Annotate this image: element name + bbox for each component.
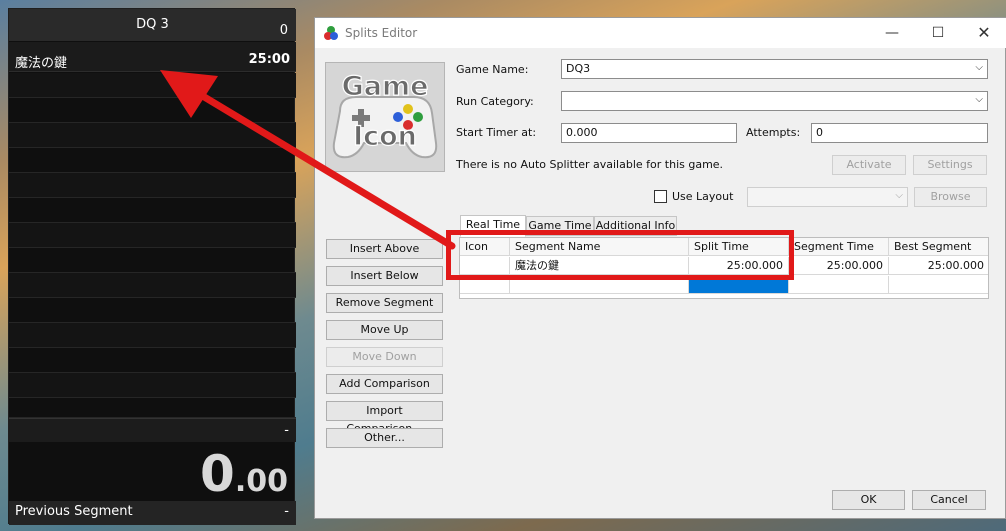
run-category-label: Run Category: bbox=[456, 95, 534, 108]
window-titlebar[interactable]: Splits Editor — ☐ ✕ bbox=[315, 18, 1006, 48]
attempts-label: Attempts: bbox=[746, 126, 801, 139]
timer-last-split-row: - bbox=[9, 418, 296, 442]
game-icon-text-line2: Icon bbox=[353, 121, 417, 152]
other-button[interactable]: Other... bbox=[326, 428, 443, 448]
timer-empty-row bbox=[9, 348, 296, 373]
game-name-combobox[interactable]: DQ3 ⌵ bbox=[561, 59, 988, 79]
timer-empty-row bbox=[9, 98, 296, 123]
chevron-down-icon: ⌵ bbox=[895, 190, 903, 201]
livesplit-app-icon bbox=[324, 26, 338, 40]
annotation-highlight-box bbox=[446, 230, 794, 280]
previous-segment-label: Previous Segment bbox=[15, 504, 133, 519]
gamepad-icon: Game Icon bbox=[326, 63, 444, 171]
cell-best-segment[interactable]: 25:00.000 bbox=[889, 257, 988, 275]
import-comparison-button[interactable]: Import Comparison... bbox=[326, 401, 443, 435]
minimize-icon: — bbox=[885, 25, 899, 41]
timer-empty-row bbox=[9, 223, 296, 248]
auto-splitter-status: There is no Auto Splitter available for … bbox=[456, 158, 724, 171]
timer-empty-row bbox=[9, 173, 296, 198]
cell-new-row-segment-time[interactable] bbox=[789, 276, 889, 294]
timer-empty-row bbox=[9, 393, 296, 418]
game-icon-text-line1: Game bbox=[342, 71, 429, 102]
timer-segment-time: 25:00 bbox=[248, 52, 290, 67]
attempts-value: 0 bbox=[816, 126, 823, 139]
column-header-best-segment[interactable]: Best Segment bbox=[889, 238, 988, 256]
move-down-button[interactable]: Move Down bbox=[326, 347, 443, 367]
timer-previous-segment: Previous Segment - bbox=[9, 501, 296, 525]
livesplit-timer: DQ 3 0 魔法の鍵 25:00 - 0.00 Previous Segmen… bbox=[8, 8, 296, 525]
timer-last-split-value: - bbox=[284, 423, 289, 438]
insert-above-button[interactable]: Insert Above bbox=[326, 239, 443, 259]
timer-empty-row bbox=[9, 298, 296, 323]
minimize-button[interactable]: — bbox=[869, 18, 915, 48]
timer-game-name: DQ 3 bbox=[136, 17, 169, 32]
move-up-button[interactable]: Move Up bbox=[326, 320, 443, 340]
game-icon-picker[interactable]: Game Icon bbox=[325, 62, 445, 172]
start-timer-value: 0.000 bbox=[566, 126, 598, 139]
window-title: Splits Editor bbox=[345, 26, 418, 40]
attempts-input[interactable]: 0 bbox=[811, 123, 988, 143]
activate-button[interactable]: Activate bbox=[832, 155, 906, 175]
chevron-down-icon: ⌵ bbox=[975, 62, 983, 73]
use-layout-label: Use Layout bbox=[672, 190, 734, 203]
timer-main-fraction: .00 bbox=[234, 464, 288, 499]
run-category-combobox[interactable]: ⌵ bbox=[561, 91, 988, 111]
use-layout-checkbox[interactable] bbox=[654, 190, 667, 203]
timer-empty-row bbox=[9, 73, 296, 98]
settings-button[interactable]: Settings bbox=[913, 155, 987, 175]
ok-button[interactable]: OK bbox=[832, 490, 905, 510]
game-name-label: Game Name: bbox=[456, 63, 529, 76]
layout-combobox[interactable]: ⌵ bbox=[747, 187, 908, 207]
timer-main-seconds: 0 bbox=[200, 445, 235, 503]
chevron-down-icon: ⌵ bbox=[975, 94, 983, 105]
timer-main-display: 0.00 bbox=[200, 445, 288, 503]
browse-button[interactable]: Browse bbox=[914, 187, 987, 207]
start-timer-label: Start Timer at: bbox=[456, 126, 537, 139]
timer-empty-row bbox=[9, 148, 296, 173]
timer-empty-row bbox=[9, 248, 296, 273]
cell-segment-time[interactable]: 25:00.000 bbox=[789, 257, 889, 275]
timer-segment-name: 魔法の鍵 bbox=[15, 56, 68, 71]
timer-segment-row: 魔法の鍵 25:00 bbox=[9, 42, 296, 72]
timer-title-bar: DQ 3 0 bbox=[9, 9, 296, 41]
timer-empty-row bbox=[9, 198, 296, 223]
maximize-icon: ☐ bbox=[931, 25, 945, 41]
close-button[interactable]: ✕ bbox=[961, 18, 1006, 48]
add-comparison-button[interactable]: Add Comparison bbox=[326, 374, 443, 394]
close-icon: ✕ bbox=[977, 23, 991, 42]
cancel-button[interactable]: Cancel bbox=[912, 490, 986, 510]
timer-empty-row bbox=[9, 273, 296, 298]
timer-empty-row bbox=[9, 123, 296, 148]
timer-attempt-count: 0 bbox=[279, 23, 288, 38]
column-header-segment-time[interactable]: Segment Time bbox=[789, 238, 889, 256]
start-timer-input[interactable]: 0.000 bbox=[561, 123, 737, 143]
game-name-value: DQ3 bbox=[566, 62, 591, 75]
timer-empty-row bbox=[9, 323, 296, 348]
previous-segment-value: - bbox=[284, 504, 289, 519]
cell-new-row-best-segment[interactable] bbox=[889, 276, 988, 294]
insert-below-button[interactable]: Insert Below bbox=[326, 266, 443, 286]
maximize-button[interactable]: ☐ bbox=[915, 18, 961, 48]
remove-segment-button[interactable]: Remove Segment bbox=[326, 293, 443, 313]
